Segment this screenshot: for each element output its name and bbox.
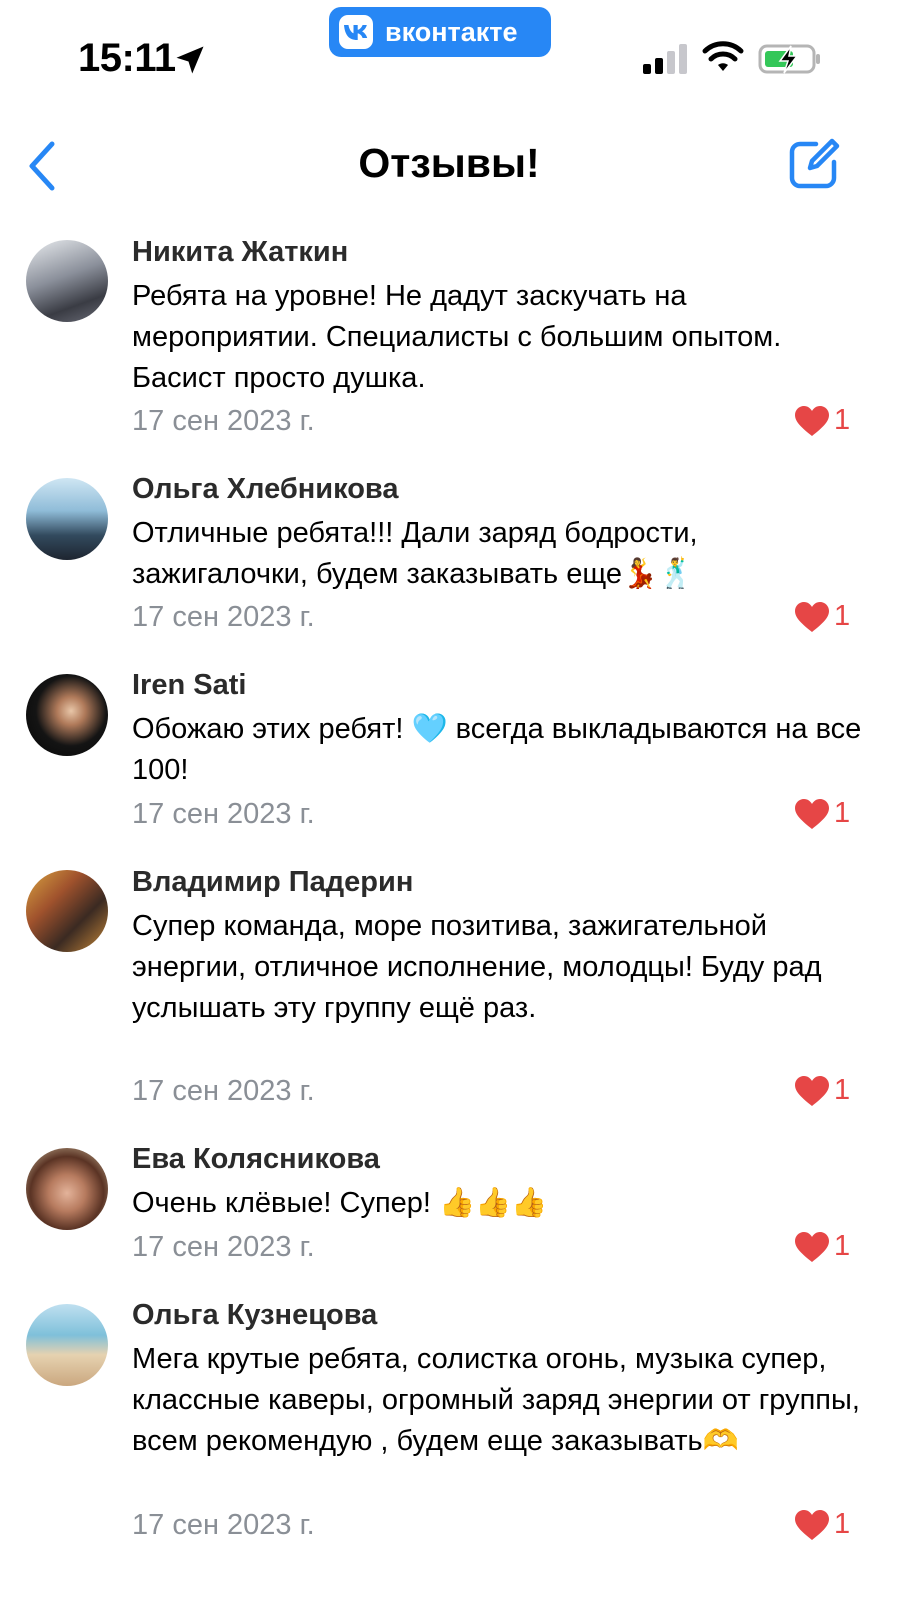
avatar[interactable] — [26, 1148, 108, 1230]
review-author[interactable]: Владимир Падерин — [132, 866, 413, 899]
review-date: 17 сен 2023 г. — [132, 1509, 315, 1541]
page-title: Отзывы! — [358, 140, 540, 186]
review-text: Обожаю этих ребят! 🩵 всегда выкладываютс… — [132, 713, 862, 786]
like-button[interactable]: 1 — [794, 1074, 850, 1107]
like-count: 1 — [834, 1508, 851, 1540]
vk-logo-icon — [339, 15, 373, 49]
review-text: Очень клёвые! Супер! 👍👍👍 — [132, 1187, 548, 1219]
review-date: 17 сен 2023 г. — [132, 798, 315, 830]
review-date: 17 сен 2023 г. — [132, 405, 315, 437]
battery-charging-icon — [758, 44, 820, 74]
review-author[interactable]: Ольга Хлебникова — [132, 473, 399, 506]
heart-icon — [795, 405, 829, 436]
vk-app-name: вконтакте — [385, 16, 518, 47]
avatar[interactable] — [26, 870, 108, 952]
avatar[interactable] — [26, 1304, 108, 1386]
review-text: Мега крутые ребята, солистка огонь, музы… — [132, 1343, 860, 1457]
review-text: Супер команда, море позитива, зажигатель… — [132, 910, 822, 1024]
like-count: 1 — [834, 797, 851, 829]
heart-icon — [795, 798, 829, 829]
like-count: 1 — [834, 600, 851, 632]
like-count: 1 — [834, 1074, 851, 1106]
like-button[interactable]: 1 — [794, 797, 850, 830]
like-button[interactable]: 1 — [794, 404, 850, 437]
compose-button[interactable] — [786, 136, 842, 192]
review-author[interactable]: Iren Sati — [132, 669, 246, 702]
cellular-signal-icon — [643, 44, 687, 74]
review-author[interactable]: Ольга Кузнецова — [132, 1299, 377, 1332]
status-bar: 15:11 вконтакте — [0, 0, 898, 110]
status-time: 15:11 — [78, 36, 176, 80]
vk-app-badge[interactable]: вконтакте — [329, 7, 551, 57]
avatar[interactable] — [26, 240, 108, 322]
like-count: 1 — [834, 1230, 851, 1262]
avatar[interactable] — [26, 478, 108, 560]
like-button[interactable]: 1 — [794, 1508, 850, 1541]
review-date: 17 сен 2023 г. — [132, 1231, 315, 1263]
wifi-icon — [702, 41, 744, 71]
heart-icon — [795, 1509, 829, 1540]
review-date: 17 сен 2023 г. — [132, 601, 315, 633]
heart-icon — [795, 1075, 829, 1106]
heart-icon — [795, 601, 829, 632]
review-text: Ребята на уровне! Не дадут заскучать на … — [132, 280, 782, 394]
like-button[interactable]: 1 — [794, 600, 850, 633]
review-text: Отличные ребята!!! Дали заряд бодрости, … — [132, 517, 698, 590]
avatar[interactable] — [26, 674, 108, 756]
like-count: 1 — [834, 404, 851, 436]
location-arrow-icon — [176, 46, 204, 74]
review-author[interactable]: Никита Жаткин — [132, 236, 348, 269]
heart-icon — [795, 1231, 829, 1262]
review-author[interactable]: Ева Колясникова — [132, 1143, 380, 1176]
like-button[interactable]: 1 — [794, 1230, 850, 1263]
review-date: 17 сен 2023 г. — [132, 1075, 315, 1107]
